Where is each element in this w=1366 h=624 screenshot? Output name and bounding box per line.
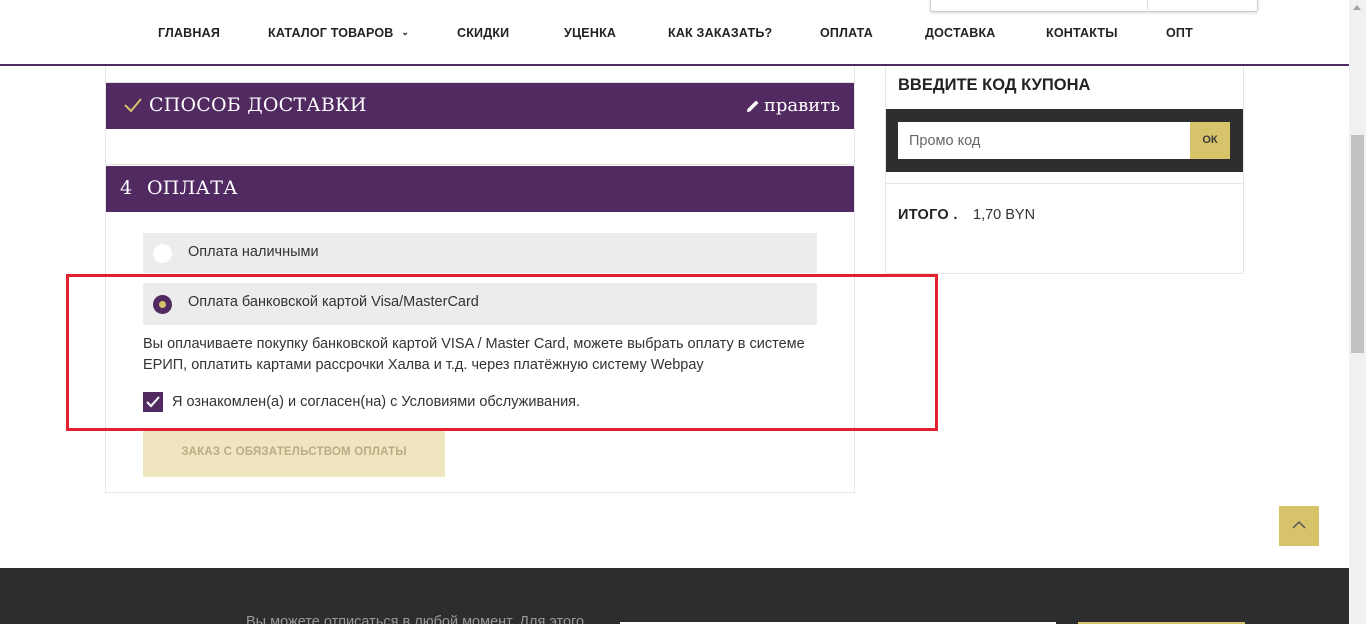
nav-item-catalog[interactable]: КАТАЛОГ ТОВАРОВ ⌄ <box>268 26 409 40</box>
delivery-step-title: СПОСОБ ДОСТАВКИ <box>149 94 367 116</box>
delivery-step-header: СПОСОБ ДОСТАВКИ править <box>106 83 854 129</box>
payment-description: Вы оплачиваете покупку банковской картой… <box>143 336 805 373</box>
popup-divider <box>1147 0 1148 10</box>
floating-popup <box>930 0 1258 12</box>
footer: Вы можете отписаться в любой момент. Для… <box>0 568 1349 624</box>
apply-coupon-button[interactable]: ОК <box>1190 122 1230 159</box>
back-to-top-button[interactable] <box>1279 506 1319 546</box>
pencil-icon <box>746 100 759 112</box>
payment-option-label: Оплата банковской картой Visa/MasterCard <box>188 294 479 310</box>
submit-order-button[interactable]: ЗАКАЗ С ОБЯЗАТЕЛЬСТВОМ ОПЛАТЫ <box>143 428 445 477</box>
footer-unsubscribe-text: Вы можете отписаться в любой момент. Для… <box>246 614 585 624</box>
edit-delivery-label: править <box>763 95 840 116</box>
sidebar-divider <box>886 183 1243 184</box>
payment-step-title: ОПЛАТА <box>147 177 238 199</box>
cash-radio[interactable] <box>153 244 172 263</box>
promo-code-input[interactable] <box>898 122 1190 159</box>
edit-delivery-button[interactable]: править <box>746 95 840 116</box>
payment-step-number: 4 <box>120 177 133 199</box>
total-label: ИТОГО . <box>898 207 958 223</box>
nav-item-delivery[interactable]: ДОСТАВКА <box>925 26 996 40</box>
payment-option-cash[interactable]: Оплата наличными <box>143 233 817 273</box>
nav-item-markdown[interactable]: УЦЕНКА <box>564 26 616 40</box>
card-radio[interactable] <box>153 295 172 314</box>
nav-item-home[interactable]: ГЛАВНАЯ <box>158 26 220 40</box>
section-divider <box>106 164 854 165</box>
nav-item-wholesale[interactable]: ОПТ <box>1166 26 1193 40</box>
agree-label: Я ознакомлен(а) и согласен(на) с Условия… <box>172 394 581 410</box>
scrollbar-thumb[interactable] <box>1351 135 1364 353</box>
nav-item-how-to-order[interactable]: КАК ЗАКАЗАТЬ? <box>668 26 772 40</box>
nav-item-payment[interactable]: ОПЛАТА <box>820 26 873 40</box>
payment-step-header: 4 ОПЛАТА <box>106 166 854 212</box>
check-icon <box>124 98 142 113</box>
payment-option-label: Оплата наличными <box>188 244 319 260</box>
chevron-up-icon <box>1292 520 1306 529</box>
vertical-scrollbar[interactable] <box>1349 0 1366 624</box>
nav-item-discounts[interactable]: СКИДКИ <box>457 26 509 40</box>
scroll-up-arrow-icon[interactable] <box>1353 5 1361 10</box>
nav-item-catalog-label: КАТАЛОГ ТОВАРОВ <box>268 26 394 40</box>
agree-checkbox[interactable] <box>143 392 163 412</box>
checkmark-icon <box>146 396 160 408</box>
chevron-down-icon: ⌄ <box>401 27 410 37</box>
payment-option-card[interactable]: Оплата банковской картой Visa/MasterCard <box>143 283 817 325</box>
nav-item-contacts[interactable]: КОНТАКТЫ <box>1046 26 1118 40</box>
coupon-title: ВВЕДИТЕ КОД КУПОНА <box>898 76 1091 94</box>
total-value: 1,70 BYN <box>973 207 1036 223</box>
